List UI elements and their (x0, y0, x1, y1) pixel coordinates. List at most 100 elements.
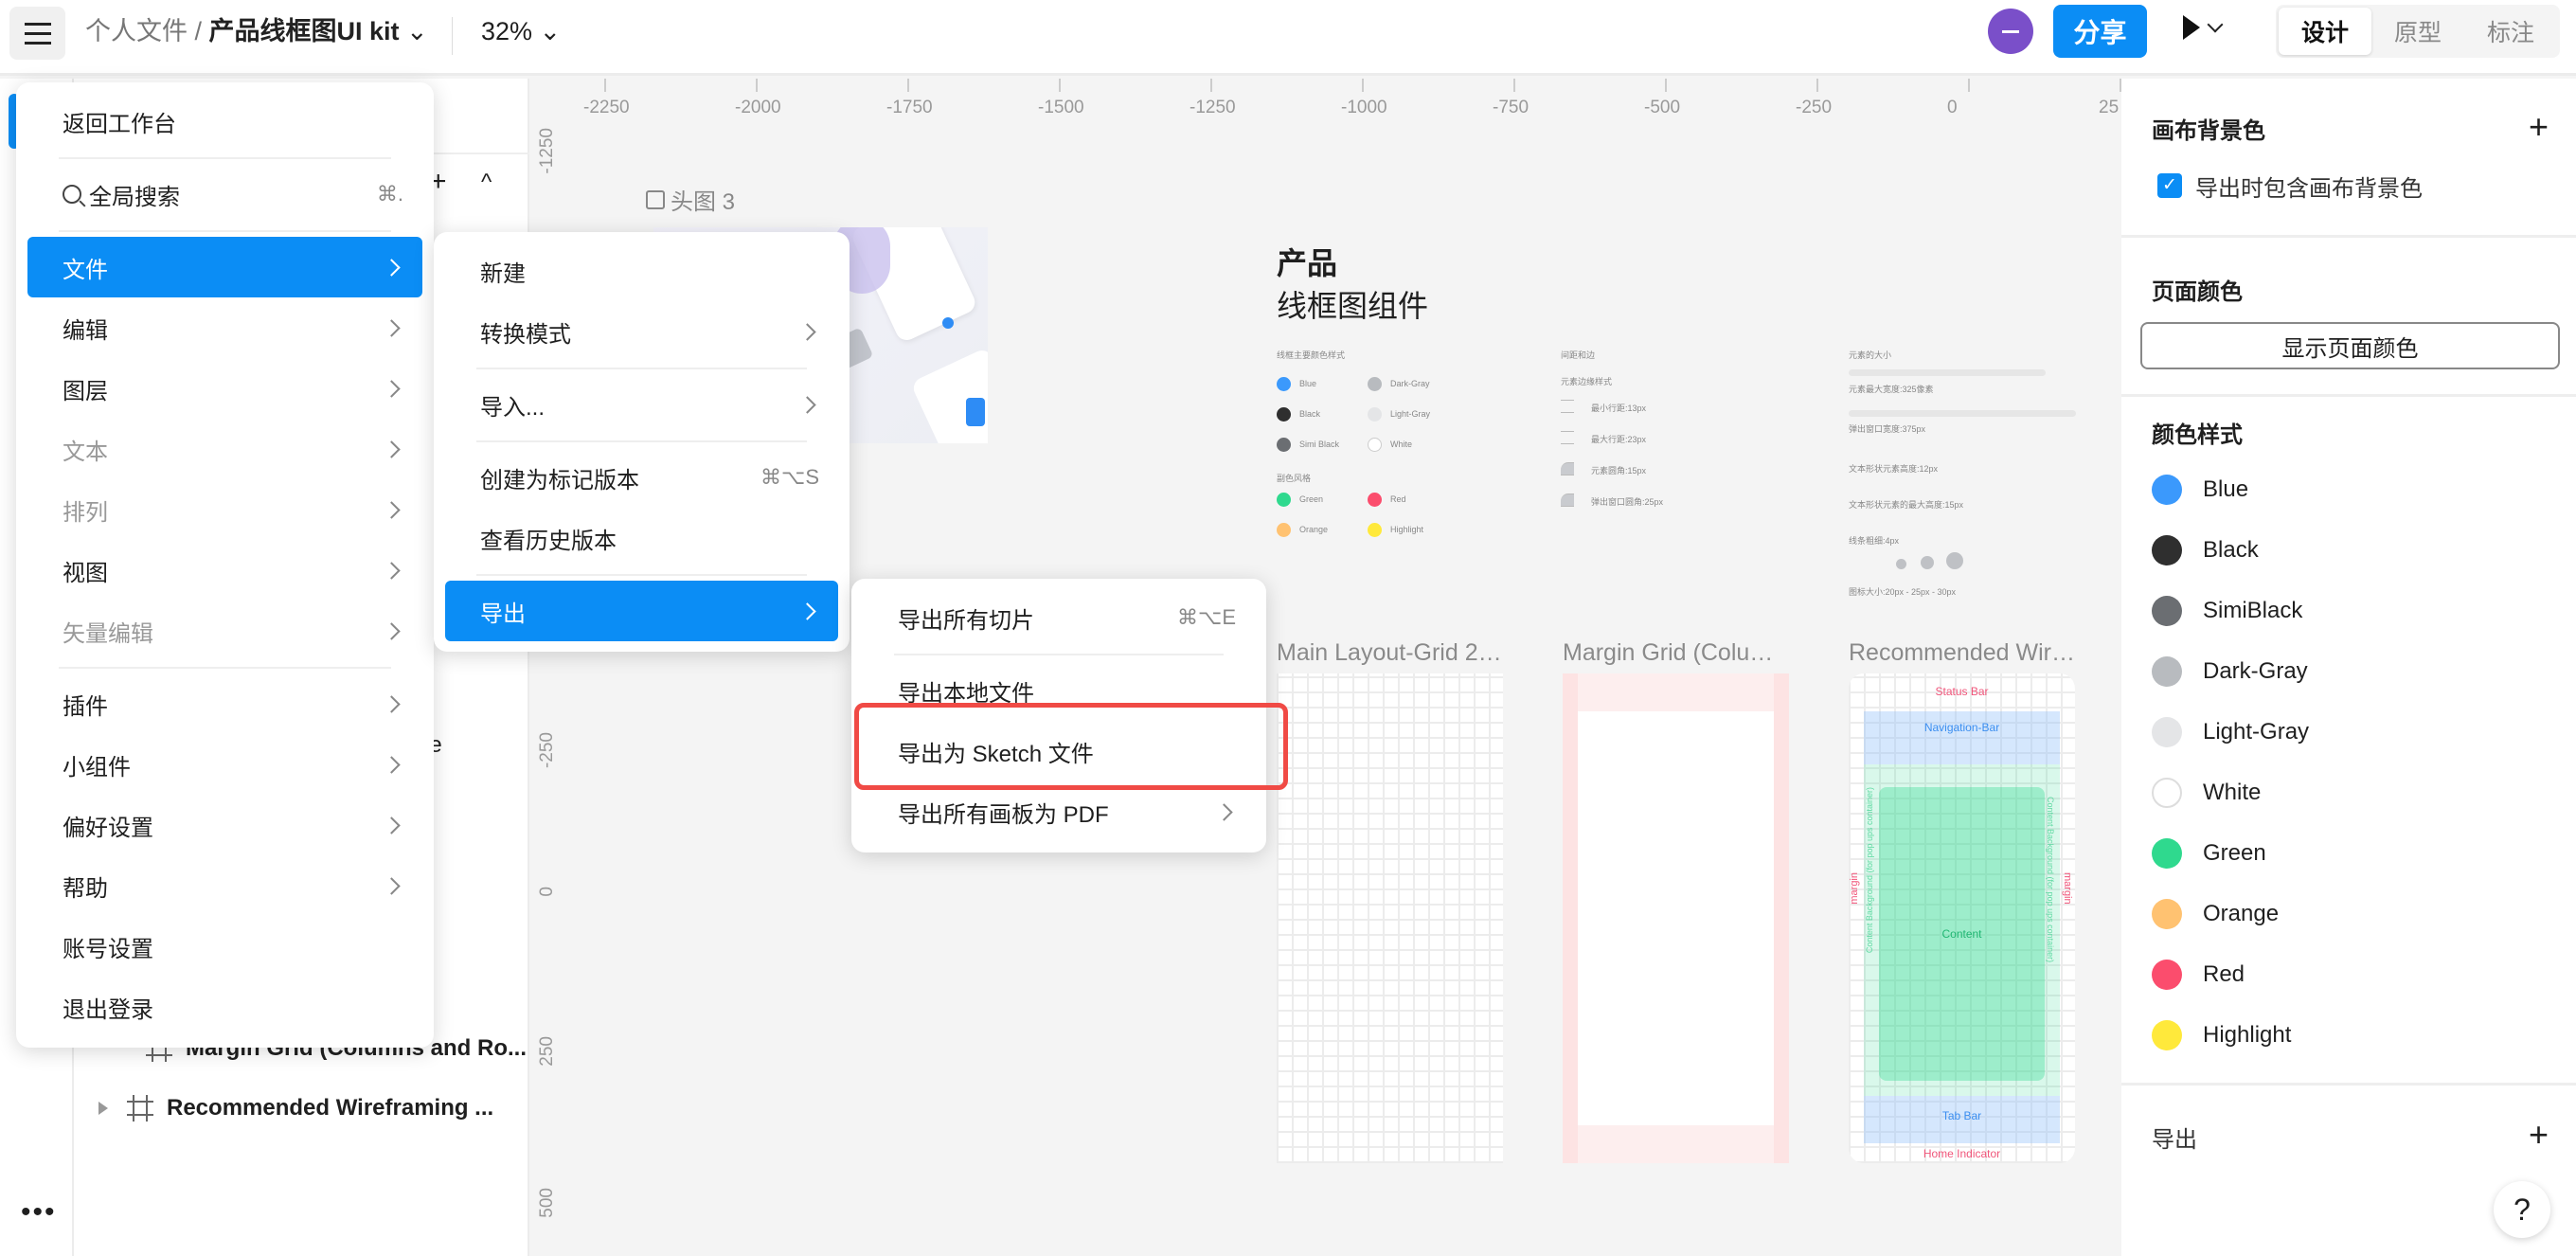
collapse-icon[interactable]: ^ (481, 170, 492, 196)
menu-item[interactable]: 全局搜索 ⌘. (27, 164, 422, 224)
icon-size-dot (1946, 552, 1963, 569)
guide-text: 文本形状元素的最大高度:15px (1849, 500, 1964, 510)
menu-item[interactable]: 查看历史版本 (445, 508, 838, 568)
expand-triangle-icon[interactable] (98, 1102, 108, 1115)
breadcrumb-parent[interactable]: 个人文件 (85, 17, 188, 45)
menu-item-label: 文件 (63, 257, 108, 283)
color-style-orange[interactable]: Orange (2152, 899, 2279, 929)
color-style-highlight[interactable]: Highlight (2152, 1020, 2291, 1050)
menu-item[interactable]: 返回工作台 (27, 91, 422, 152)
ruler-label: -2250 (583, 98, 630, 117)
frame-recommended-wireframing[interactable]: Status Bar Navigation-Bar Content margin… (1849, 673, 2075, 1163)
ruler-label: 500 (537, 1188, 557, 1218)
menu-item[interactable]: 导出所有切片 ⌘⌥E (863, 587, 1255, 648)
include-bg-checkbox[interactable]: ✓ (2157, 173, 2182, 198)
color-name: Green (2203, 840, 2266, 866)
frame-title[interactable]: Recommended Wir… (1849, 639, 2076, 667)
menu-item[interactable]: 导入... (445, 374, 838, 435)
menu-item[interactable]: 文件 (27, 237, 422, 297)
menu-item[interactable]: 视图 (27, 540, 422, 601)
horizontal-ruler: -2250 -2000 -1750 -1500 -1250 -1000 -750 -500 -2… (529, 79, 2121, 135)
size-bar (1849, 410, 2076, 417)
menu-item[interactable]: 帮助 (27, 855, 422, 916)
tab-prototype[interactable]: 原型 (2371, 8, 2464, 55)
help-button[interactable]: ? (2494, 1181, 2550, 1238)
menu-item[interactable]: 新建 (445, 241, 838, 301)
color-style-blue[interactable]: Blue (2152, 475, 2248, 505)
color-style-white[interactable]: White (2152, 778, 2261, 808)
frame-title[interactable]: Main Layout-Grid 2… (1277, 639, 1504, 667)
menu-divider (27, 661, 422, 673)
color-style-simiblack[interactable]: SimiBlack (2152, 596, 2302, 626)
chevron-right-icon (383, 318, 401, 337)
menu-item[interactable]: 账号设置 (27, 916, 422, 977)
shortcut: ⌘⌥E (1176, 605, 1236, 629)
menu-item[interactable]: 插件 (27, 673, 422, 734)
menu-item-label: 转换模式 (480, 321, 571, 348)
menu-item[interactable]: 小组件 (27, 734, 422, 795)
menu-divider (445, 435, 838, 447)
menu-icon (24, 22, 51, 26)
share-button[interactable]: 分享 (2053, 5, 2147, 58)
color-style-red[interactable]: Red (2152, 960, 2245, 990)
guide-text: White (1390, 440, 1413, 449)
avatar[interactable] (1988, 9, 2033, 54)
color-style-black[interactable]: Black (2152, 535, 2259, 565)
menu-item[interactable]: 矢量编辑 (27, 601, 422, 661)
add-export-icon[interactable]: + (2529, 1118, 2549, 1152)
menu-item[interactable]: 导出 (445, 581, 838, 641)
zoom-dropdown[interactable]: 32% ⌄ (481, 13, 561, 49)
guide-heading: 副色风格 (1277, 474, 1312, 483)
frame-label[interactable]: 头图 3 (646, 183, 735, 216)
menu-item[interactable]: 导出所有画板为 PDF (863, 781, 1255, 842)
menu-item-label: 偏好设置 (63, 815, 153, 841)
menu-item[interactable]: 偏好设置 (27, 795, 422, 855)
breadcrumb[interactable]: 个人文件 / 产品线框图UI kit ⌄ (85, 13, 428, 49)
guide-text: 弹出窗口宽度:375px (1849, 424, 1926, 434)
ruler-label: 0 (1947, 98, 1958, 117)
shortcut: ⌘. (376, 182, 403, 206)
menu-item[interactable]: 退出登录 (27, 977, 422, 1037)
color-style-green[interactable]: Green (2152, 838, 2266, 869)
menu-item[interactable]: 文本 (27, 419, 422, 479)
menu-item[interactable]: 转换模式 (445, 301, 838, 362)
show-page-color-button[interactable]: 显示页面颜色 (2140, 322, 2560, 369)
menu-item[interactable]: 创建为标记版本 ⌘⌥S (445, 447, 838, 508)
main-menu-button[interactable] (9, 7, 65, 60)
menu-divider (27, 224, 422, 237)
color-name: White (2203, 780, 2262, 805)
menu-item-label: 编辑 (63, 317, 108, 344)
frame-title[interactable]: Margin Grid (Colu… (1563, 639, 1790, 667)
spacing-icon (1561, 493, 1574, 507)
chevron-down-icon[interactable] (2207, 16, 2224, 33)
chevron-down-icon[interactable]: ⌄ (400, 17, 428, 45)
color-name: Blue (2203, 476, 2249, 502)
menu-item[interactable]: 排列 (27, 479, 422, 540)
ruler-tick (1513, 79, 1515, 92)
color-style-light-gray[interactable]: Light-Gray (2152, 717, 2309, 747)
menu-item-label: 新建 (480, 260, 526, 287)
add-icon[interactable]: + (2529, 110, 2549, 144)
chevron-right-icon (383, 621, 401, 640)
present-button[interactable] (2183, 15, 2224, 40)
chevron-right-icon (383, 694, 401, 713)
layer-item[interactable]: Recommended Wireframing ... (98, 1095, 493, 1121)
menu-item[interactable]: 编辑 (27, 297, 422, 358)
ruler-label: -750 (1493, 98, 1530, 117)
color-style-dark-gray[interactable]: Dark-Gray (2152, 656, 2308, 687)
more-icon[interactable]: ••• (21, 1198, 57, 1227)
guide-text: 最大行距:23px (1591, 435, 1647, 444)
menu-item[interactable]: 图层 (27, 358, 422, 419)
spacing-icon (1561, 400, 1574, 413)
frame-main-layout-grid[interactable] (1277, 673, 1503, 1163)
file-name[interactable]: 产品线框图UI kit (209, 17, 400, 45)
chevron-right-icon (1215, 802, 1233, 821)
chevron-down-icon: ⌄ (532, 17, 562, 45)
frame-margin-grid[interactable] (1563, 673, 1789, 1163)
chevron-right-icon (383, 500, 401, 519)
tab-annotate[interactable]: 标注 (2464, 8, 2557, 55)
export-heading: 导出 (2152, 1127, 2197, 1153)
menu-item-label: 退出登录 (63, 996, 153, 1023)
tab-design[interactable]: 设计 (2279, 8, 2371, 55)
ruler-label: -1000 (1341, 98, 1387, 117)
